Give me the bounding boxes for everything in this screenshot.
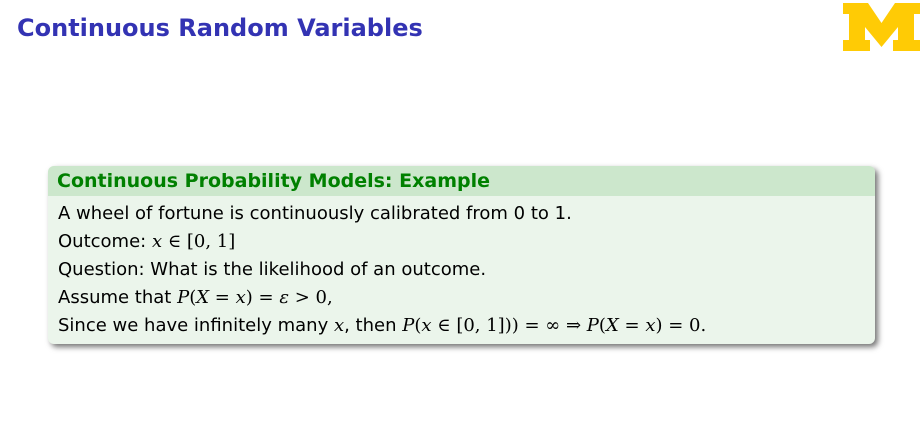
line-prefix: Outcome: bbox=[58, 231, 152, 252]
math-variable: X bbox=[196, 287, 210, 308]
block-line-5: Since we have infinitely many x, then P(… bbox=[58, 312, 865, 340]
example-block: Continuous Probability Models: Example A… bbox=[48, 166, 875, 344]
block-m-shape bbox=[843, 3, 920, 51]
math-variable: x bbox=[421, 315, 432, 336]
block-line-3: Question: What is the likelihood of an o… bbox=[58, 256, 865, 284]
line-text: , then bbox=[344, 315, 403, 336]
math-variable: x bbox=[645, 315, 656, 336]
math-relation: = 0. bbox=[662, 315, 707, 336]
block-line-2: Outcome: x ∈ [0, 1] bbox=[58, 228, 865, 256]
block-line-4: Assume that P(X = x) = ε > 0, bbox=[58, 284, 865, 312]
block-m-logo bbox=[843, 3, 920, 51]
block-title: Continuous Probability Models: Example bbox=[48, 166, 875, 196]
math-paren: ( bbox=[598, 315, 606, 336]
math-variable: X bbox=[605, 315, 619, 336]
math-relation: ∈ [0, 1] bbox=[162, 231, 236, 252]
math-variable: x bbox=[333, 315, 345, 336]
slide-title: Continuous Random Variables bbox=[17, 14, 423, 42]
line-prefix: Assume that bbox=[58, 287, 178, 308]
line-text: A wheel of fortune is continuously calib… bbox=[58, 203, 572, 224]
math-p: P bbox=[586, 315, 599, 336]
line-text: Question: What is the likelihood of an o… bbox=[58, 259, 487, 280]
block-line-1: A wheel of fortune is continuously calib… bbox=[58, 200, 865, 228]
math-p: P bbox=[402, 315, 415, 336]
math-p: P bbox=[177, 287, 190, 308]
math-equals: = bbox=[209, 287, 236, 308]
math-equals: = bbox=[252, 287, 280, 308]
math-paren: ) bbox=[245, 287, 253, 308]
math-equals: = bbox=[618, 315, 646, 336]
math-paren: ) bbox=[655, 315, 663, 336]
math-epsilon: ε bbox=[279, 287, 289, 308]
math-relation: > 0, bbox=[289, 287, 333, 308]
block-body: A wheel of fortune is continuously calib… bbox=[48, 196, 875, 340]
math-relation: ∈ [0, 1])) = ∞ ⇒ bbox=[431, 315, 587, 336]
math-variable: x bbox=[235, 287, 246, 308]
math-variable: x bbox=[151, 231, 163, 252]
line-prefix: Since we have infinitely many bbox=[58, 315, 334, 336]
